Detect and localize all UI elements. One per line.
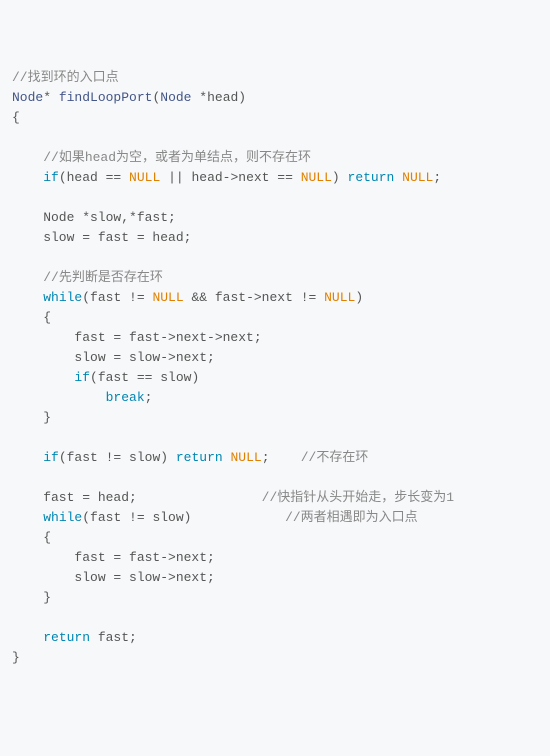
token-keyword: break [106,390,145,405]
code-line: } [12,648,538,668]
token-plain: (head == [59,170,129,185]
token-plain [12,150,43,165]
code-line: //如果head为空，或者为单结点，则不存在环 [12,148,538,168]
token-plain: (fast != slow) [82,510,285,525]
token-plain: ; [145,390,153,405]
token-comment: //先判断是否存在环 [43,270,163,285]
token-plain [12,270,43,285]
token-keyword: if [43,450,59,465]
token-null: NULL [230,450,261,465]
token-plain [12,170,43,185]
token-plain: slow = fast = head; [12,230,191,245]
token-plain: slow = slow->next; [12,350,215,365]
code-line: { [12,528,538,548]
token-comment: //快指针从头开始走，步长变为1 [262,490,454,505]
token-keyword: return [348,170,395,185]
token-keyword: if [43,170,59,185]
token-comment: //不存在环 [301,450,369,465]
token-plain [394,170,402,185]
token-plain: fast = fast->next; [12,550,215,565]
code-line: fast = fast->next; [12,548,538,568]
token-null: NULL [402,170,433,185]
token-plain: ; [433,170,441,185]
token-plain [12,290,43,305]
token-plain: && fast->next != [184,290,324,305]
code-line: { [12,308,538,328]
code-line: if(head == NULL || head->next == NULL) r… [12,168,538,188]
token-plain: fast = fast->next->next; [12,330,262,345]
token-keyword: return [176,450,223,465]
token-comment: //如果head为空，或者为单结点，则不存在环 [43,150,311,165]
token-plain: fast = head; [12,490,262,505]
code-line: //找到环的入口点 [12,68,538,88]
token-plain: } [12,590,51,605]
token-type: findLoopPort [59,90,153,105]
code-line: Node *slow,*fast; [12,208,538,228]
token-plain: * [43,90,59,105]
code-line: if(fast != slow) return NULL; //不存在环 [12,448,538,468]
code-line: fast = fast->next->next; [12,328,538,348]
token-keyword: while [43,290,82,305]
code-line: } [12,408,538,428]
token-keyword: if [74,370,90,385]
code-line [12,608,538,628]
code-line: fast = head; //快指针从头开始走，步长变为1 [12,488,538,508]
code-line: while(fast != slow) //两者相遇即为入口点 [12,508,538,528]
code-line: break; [12,388,538,408]
token-null: NULL [324,290,355,305]
code-line: if(fast == slow) [12,368,538,388]
code-line [12,248,538,268]
code-line [12,188,538,208]
token-plain [12,630,43,645]
code-line [12,468,538,488]
token-plain: || head->next == [160,170,300,185]
token-plain: { [12,310,51,325]
token-plain: ) [355,290,363,305]
token-null: NULL [152,290,183,305]
code-line: return fast; [12,628,538,648]
token-plain: { [12,530,51,545]
token-null: NULL [129,170,160,185]
code-line [12,128,538,148]
token-plain [12,370,74,385]
token-plain: fast; [90,630,137,645]
token-plain: } [12,410,51,425]
token-plain: (fast != slow) [59,450,176,465]
token-plain [12,450,43,465]
token-plain [12,510,43,525]
token-comment: //找到环的入口点 [12,70,119,85]
token-plain: } [12,650,20,665]
token-plain: Node *slow,*fast; [12,210,176,225]
code-line: slow = slow->next; [12,568,538,588]
token-plain: ) [332,170,348,185]
code-line: slow = fast = head; [12,228,538,248]
code-block: //找到环的入口点 Node* findLoopPort(Node *head) {… [12,68,538,668]
token-plain: slow = slow->next; [12,570,215,585]
code-line: slow = slow->next; [12,348,538,368]
code-line: while(fast != NULL && fast->next != NULL… [12,288,538,308]
token-keyword: return [43,630,90,645]
token-keyword: while [43,510,82,525]
token-plain: (fast != [82,290,152,305]
token-null: NULL [301,170,332,185]
code-line: } [12,588,538,608]
token-type: Node [12,90,43,105]
token-plain: (fast == slow) [90,370,199,385]
token-plain: { [12,110,20,125]
code-line: { [12,108,538,128]
token-plain: *head) [191,90,246,105]
token-comment: //两者相遇即为入口点 [285,510,418,525]
code-line: Node* findLoopPort(Node *head) [12,88,538,108]
code-line [12,428,538,448]
token-plain [12,390,106,405]
token-plain: ; [262,450,301,465]
token-type: Node [160,90,191,105]
code-line: //先判断是否存在环 [12,268,538,288]
